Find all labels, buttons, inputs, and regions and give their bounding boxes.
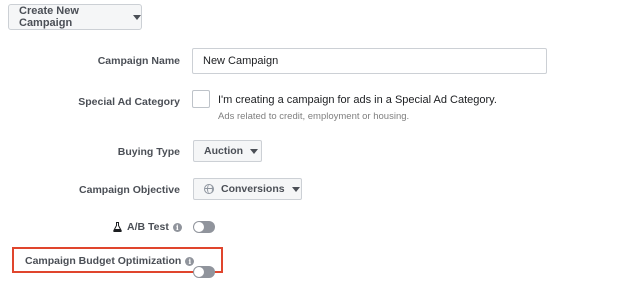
campaign-budget-optimization-toggle[interactable]	[193, 266, 215, 278]
caret-down-icon	[291, 186, 300, 192]
buying-type-label: Buying Type	[117, 146, 180, 158]
buying-type-value: Auction	[204, 145, 244, 157]
special-ad-category-checkbox-text: I'm creating a campaign for ads in a Spe…	[218, 94, 497, 106]
buying-type-dropdown[interactable]: Auction	[193, 140, 262, 162]
ab-test-label: A/B Test	[127, 221, 169, 233]
campaign-objective-label: Campaign Objective	[79, 184, 180, 196]
flask-icon	[113, 222, 122, 232]
create-new-campaign-label: Create New Campaign	[19, 5, 79, 29]
ab-test-toggle[interactable]	[193, 221, 215, 233]
campaign-name-label: Campaign Name	[97, 55, 180, 67]
campaign-budget-optimization-label: Campaign Budget Optimization	[25, 255, 182, 267]
globe-icon	[204, 184, 214, 194]
create-new-campaign-button[interactable]: Create New Campaign	[8, 4, 142, 30]
special-ad-category-checkbox[interactable]	[192, 90, 210, 108]
campaign-budget-optimization-label-group: Campaign Budget Optimization i	[25, 255, 195, 267]
toggle-knob	[194, 267, 204, 277]
caret-down-icon	[133, 14, 141, 20]
campaign-name-input[interactable]	[192, 48, 547, 74]
info-icon[interactable]: i	[185, 256, 195, 266]
campaign-objective-value: Conversions	[221, 183, 285, 195]
special-ad-category-label: Special Ad Category	[78, 96, 180, 108]
info-icon[interactable]: i	[172, 222, 182, 232]
campaign-objective-dropdown[interactable]: Conversions	[193, 178, 302, 200]
special-ad-category-helper-text: Ads related to credit, employment or hou…	[218, 111, 410, 122]
caret-down-icon	[250, 148, 259, 154]
ab-test-label-group: A/B Test i	[113, 221, 182, 233]
toggle-knob	[194, 222, 204, 232]
